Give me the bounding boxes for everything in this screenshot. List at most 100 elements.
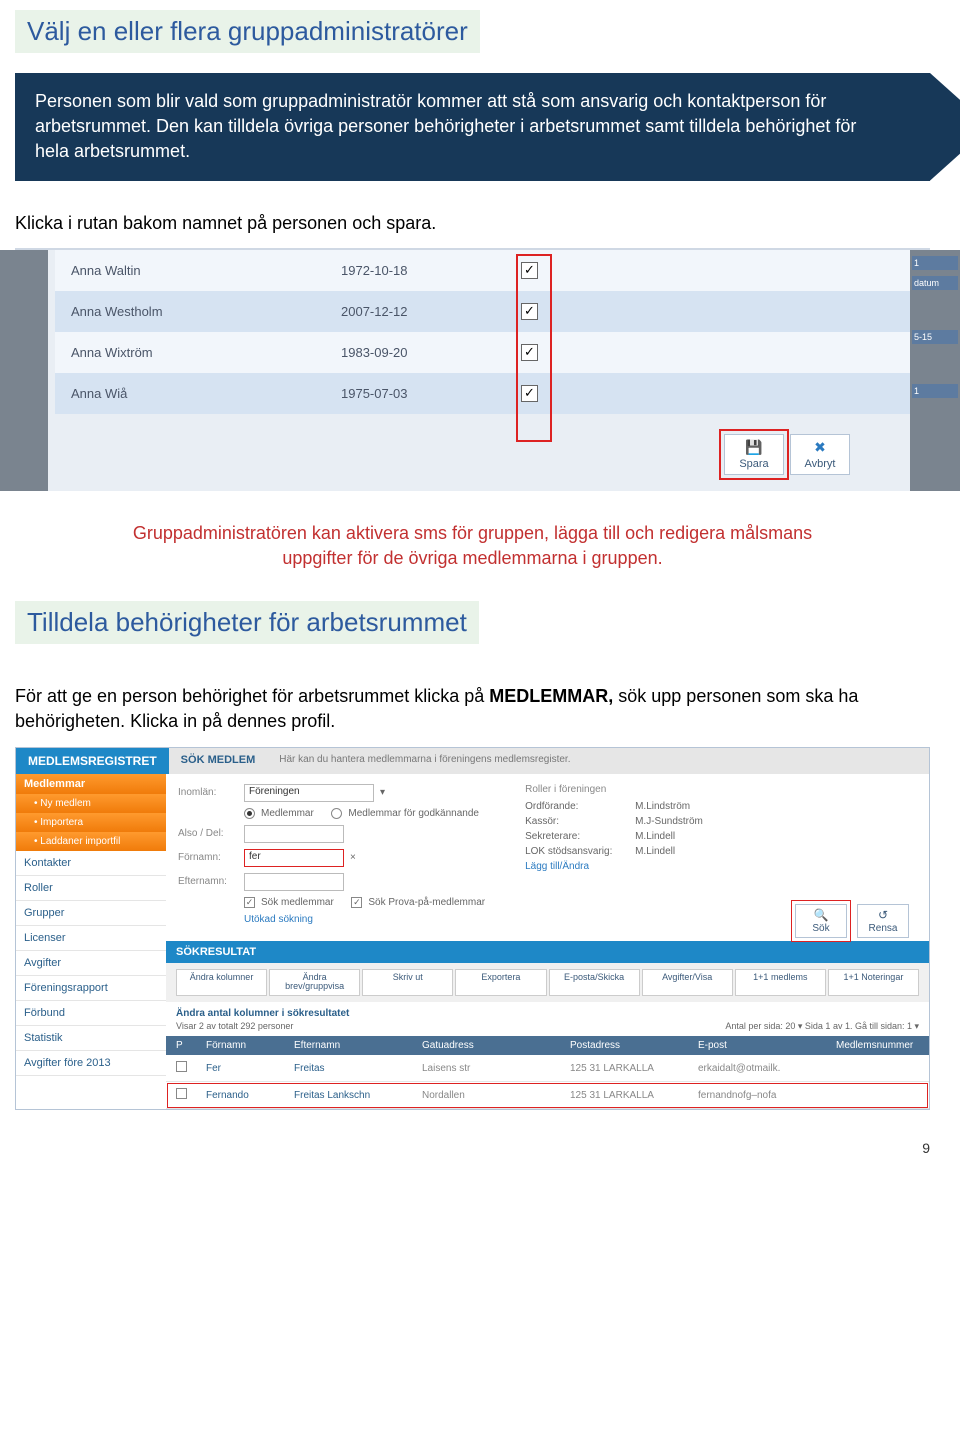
link-utokad-sokning[interactable]: Utökad sökning xyxy=(244,914,313,925)
member-checkbox[interactable]: ✓ xyxy=(521,344,538,361)
member-checkbox[interactable]: ✓ xyxy=(521,303,538,320)
role-row: Sekreterare:M.Lindell xyxy=(525,831,703,842)
save-label: Spara xyxy=(739,458,768,470)
right-chip: 1 xyxy=(912,384,958,398)
column-header[interactable]: Gatuadress xyxy=(422,1040,562,1051)
close-icon: ✖ xyxy=(791,439,849,456)
input-efternamn[interactable] xyxy=(244,873,344,891)
table-row: Anna Waltin1972-10-18✓ xyxy=(55,250,910,291)
checkbox-prova-label: Sök Prova-på-medlemmar xyxy=(368,897,485,908)
search-main: Inomlän: Föreningen ▾ Medlemmar Medlemma… xyxy=(166,774,929,1110)
radio-pending[interactable] xyxy=(331,808,342,819)
roles-title: Roller i föreningen xyxy=(525,784,703,795)
save-icon: 💾 xyxy=(725,439,783,456)
sidebar-sub-item[interactable]: • Laddaner importfil xyxy=(16,832,166,851)
clear-button[interactable]: ↺ Rensa xyxy=(857,904,909,938)
screenshot-search-members: MEDLEMSREGISTRET SÖK MEDLEM Här kan du h… xyxy=(15,747,930,1111)
column-header[interactable]: Förnamn xyxy=(206,1040,286,1051)
column-header[interactable]: E-post xyxy=(698,1040,828,1051)
checkbox-sok-medlemmar[interactable]: ✓ xyxy=(244,897,255,908)
header-description: Här kan du hantera medlemmarna i förenin… xyxy=(267,748,929,774)
sidebar-item[interactable]: Licenser xyxy=(16,926,166,951)
member-name: Anna Wixtröm xyxy=(71,345,341,360)
toolbar-button[interactable]: 1+1 medlems xyxy=(735,969,826,997)
result-row[interactable]: FerFreitasLaisens str125 31 LARKALLAerka… xyxy=(166,1055,929,1082)
toolbar-button[interactable]: Exportera xyxy=(455,969,546,997)
toolbar-button[interactable]: Ändra brev/gruppvisa xyxy=(269,969,360,997)
checkbox-sok-label: Sök medlemmar xyxy=(261,897,334,908)
right-chip: 5-15 xyxy=(912,330,958,344)
sidebar-item[interactable]: Statistik xyxy=(16,1026,166,1051)
brush-icon: ↺ xyxy=(858,908,908,922)
results-count: Visar 2 av totalt 292 personer xyxy=(176,1021,293,1032)
member-name: Anna Westholm xyxy=(71,304,341,319)
admin-capabilities-note: Gruppadministratören kan aktivera sms fö… xyxy=(105,521,840,571)
sidebar-item[interactable]: Föreningsrapport xyxy=(16,976,166,1001)
instruction-1: Klicka i rutan bakom namnet på personen … xyxy=(15,211,930,236)
radio-pending-label: Medlemmar för godkännande xyxy=(348,808,479,819)
results-table-header: P Förnamn Efternamn Gatuadress Postadress E-p… xyxy=(166,1036,929,1055)
right-chip: datum xyxy=(912,276,958,290)
toolbar-button[interactable]: Avgifter/Visa xyxy=(642,969,733,997)
column-header[interactable]: P xyxy=(176,1040,198,1051)
role-row: Ordförande:M.Lindström xyxy=(525,801,703,812)
sidebar-item[interactable]: Avgifter före 2013 xyxy=(16,1051,166,1076)
sidebar-sub-item[interactable]: • Importera xyxy=(16,813,166,832)
sidebar-top[interactable]: Medlemmar xyxy=(16,774,166,794)
right-chip: 1 xyxy=(912,256,958,270)
search-button-label: Sök xyxy=(812,923,829,934)
input-also[interactable] xyxy=(244,825,344,843)
sidebar-item[interactable]: Roller xyxy=(16,876,166,901)
sidebar-item[interactable]: Förbund xyxy=(16,1001,166,1026)
search-button[interactable]: 🔍 Sök xyxy=(795,904,847,938)
cancel-label: Avbryt xyxy=(805,458,836,470)
member-name: Anna Waltin xyxy=(71,263,341,278)
chevron-down-icon: ▾ xyxy=(380,787,385,798)
member-checkbox[interactable]: ✓ xyxy=(521,262,538,279)
member-name: Anna Wiå xyxy=(71,386,341,401)
member-date: 1983-09-20 xyxy=(341,345,521,360)
page-number: 9 xyxy=(15,1140,930,1156)
row-checkbox[interactable] xyxy=(176,1088,187,1099)
result-row[interactable]: FernandoFreitas LankschnNordallen125 31 … xyxy=(166,1082,929,1109)
cancel-button[interactable]: ✖ Avbryt xyxy=(790,434,850,475)
save-button[interactable]: 💾 Spara xyxy=(724,434,784,475)
member-table: Anna Waltin1972-10-18✓Anna Westholm2007-… xyxy=(55,250,910,414)
input-fornamn[interactable]: fer xyxy=(244,849,344,867)
link-roles-edit[interactable]: Lägg till/Ändra xyxy=(525,861,703,872)
table-row: Anna Westholm2007-12-12✓ xyxy=(55,291,910,332)
column-header[interactable]: Efternamn xyxy=(294,1040,414,1051)
screenshot-left-crop xyxy=(0,250,48,491)
section-heading-1: Välj en eller flera gruppadministratörer xyxy=(15,10,480,53)
column-header[interactable]: Medlemsnummer xyxy=(836,1040,919,1051)
table-row: Anna Wiå1975-07-03✓ xyxy=(55,373,910,414)
label-fornamn: Förnamn: xyxy=(178,852,238,863)
instruction-2: För att ge en person behörighet för arbe… xyxy=(15,684,930,734)
label-inomlan: Inomlän: xyxy=(178,787,238,798)
row-checkbox[interactable] xyxy=(176,1061,187,1072)
column-header[interactable]: Postadress xyxy=(570,1040,690,1051)
member-checkbox[interactable]: ✓ xyxy=(521,385,538,402)
member-date: 2007-12-12 xyxy=(341,304,521,319)
toolbar-button[interactable]: 1+1 Noteringar xyxy=(828,969,919,997)
toolbar-button[interactable]: Ändra kolumner xyxy=(176,969,267,997)
header-registry-label: MEDLEMSREGISTRET xyxy=(16,748,169,774)
clear-icon[interactable]: × xyxy=(350,852,356,863)
member-date: 1975-07-03 xyxy=(341,386,521,401)
instruction-2-bold: MEDLEMMAR, xyxy=(489,686,613,706)
toolbar-button[interactable]: Skriv ut xyxy=(362,969,453,997)
radio-medlemmar[interactable] xyxy=(244,808,255,819)
callout-text: Personen som blir vald som gruppadminist… xyxy=(35,91,856,161)
sidebar-item[interactable]: Avgifter xyxy=(16,951,166,976)
select-inomlan[interactable]: Föreningen xyxy=(244,784,374,802)
search-buttons: 🔍 Sök ↺ Rensa xyxy=(795,904,909,938)
role-row: LOK stödsansvarig:M.Lindell xyxy=(525,846,703,857)
checkbox-prova[interactable]: ✓ xyxy=(351,897,362,908)
sidebar-item[interactable]: Grupper xyxy=(16,901,166,926)
screenshot-right-crop: 1 datum 5-15 1 xyxy=(910,250,960,491)
roles-panel: Roller i föreningen Ordförande:M.Lindstr… xyxy=(525,784,703,931)
sidebar-item[interactable]: Kontakter xyxy=(16,851,166,876)
sidebar-sub-item[interactable]: • Ny medlem xyxy=(16,794,166,813)
toolbar-button[interactable]: E-posta/Skicka xyxy=(549,969,640,997)
label-efternamn: Efternamn: xyxy=(178,876,238,887)
